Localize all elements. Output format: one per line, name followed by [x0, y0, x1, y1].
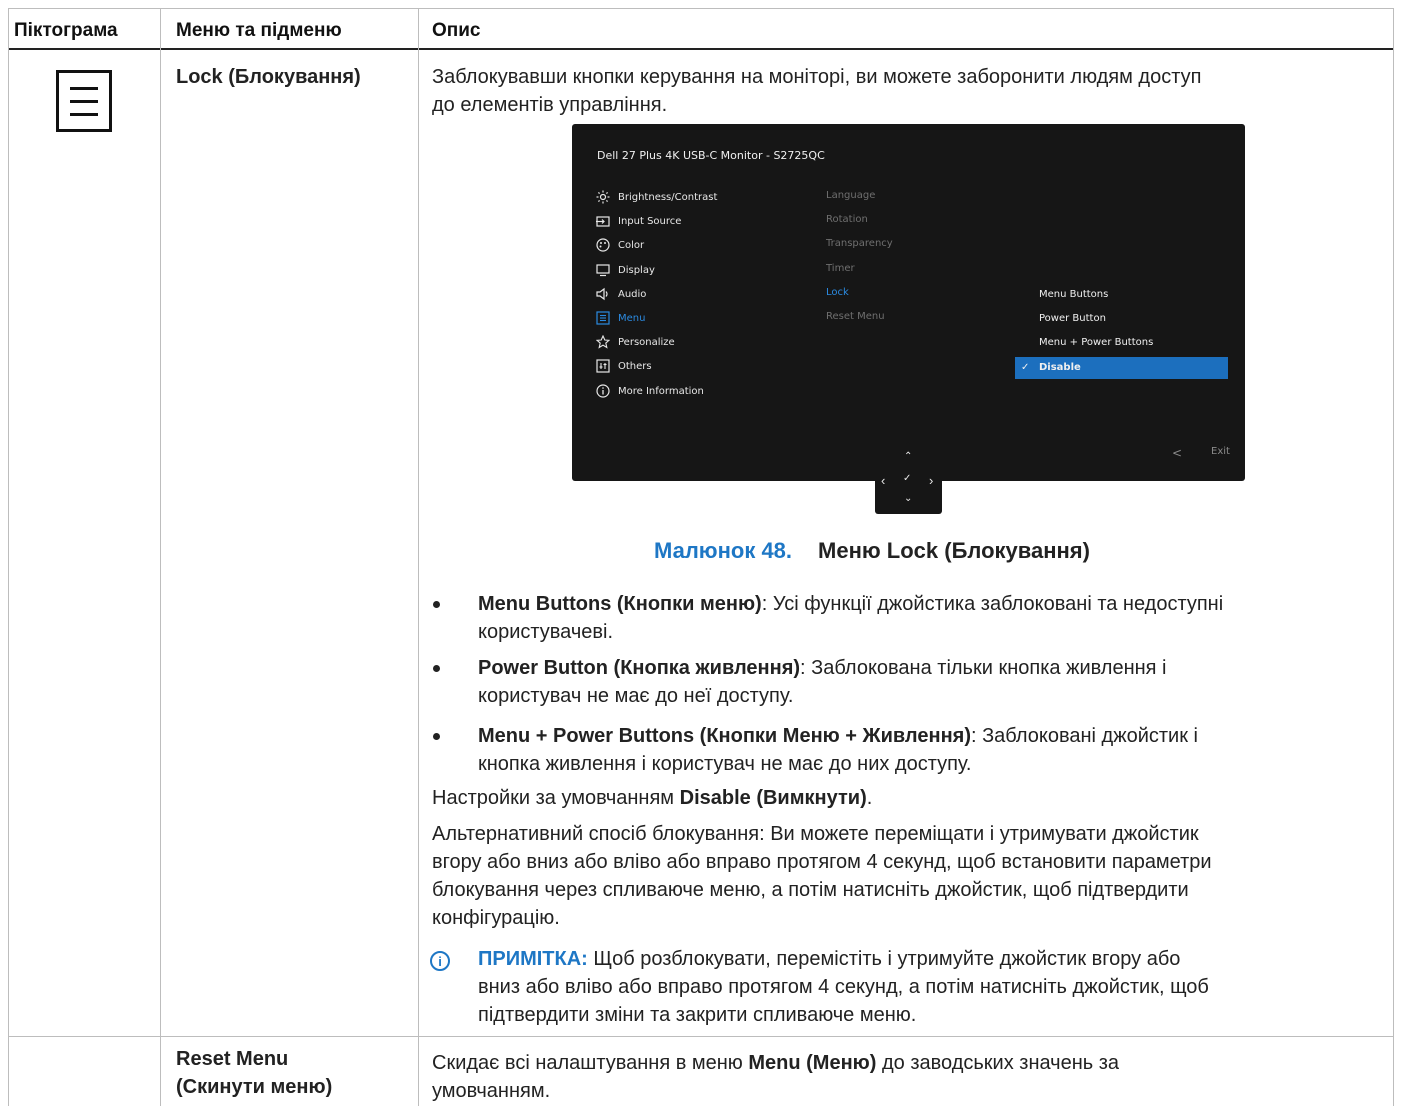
- osd-sub-lock[interactable]: Lock: [826, 287, 849, 298]
- osd-sub-reset-menu[interactable]: Reset Menu: [826, 311, 885, 322]
- osd-option-power-button[interactable]: Power Button: [1015, 308, 1228, 330]
- table-top-border: [8, 8, 1394, 9]
- note-label: ПРИМІТКА:: [478, 948, 588, 970]
- reset-desc-line-2: умовчанням.: [432, 1080, 551, 1102]
- osd-option-menu-buttons[interactable]: Menu Buttons: [1015, 284, 1228, 306]
- note-line-2: вниз або вліво або вправо протягом 4 сек…: [478, 976, 1209, 998]
- osd-title: Dell 27 Plus 4K USB-C Monitor - S2725QC: [597, 149, 825, 162]
- table-header-border: [8, 48, 1394, 50]
- osd-option-label: Power Button: [1039, 313, 1106, 324]
- bullet-term: Menu + Power Buttons (Кнопки Меню + Живл…: [478, 725, 971, 747]
- table-left-border: [8, 8, 9, 1106]
- display-icon: [596, 264, 610, 277]
- bullet-text: : Усі функції джойстика заблоковані та н…: [761, 593, 1224, 615]
- osd-option-disable[interactable]: ✓ Disable: [1015, 357, 1228, 379]
- menu-icon: [56, 70, 112, 132]
- bullet-term: Power Button (Кнопка живлення): [478, 657, 801, 679]
- chevron-right-icon[interactable]: ›: [929, 473, 933, 488]
- osd-menu-label: Audio: [618, 289, 647, 300]
- reset-menu-title-line-1: Reset Menu: [176, 1048, 289, 1070]
- osd-exit-button[interactable]: Exit: [1211, 446, 1230, 457]
- info-icon: i: [430, 951, 450, 971]
- alt-line-4: конфігурацію.: [432, 907, 560, 929]
- menu-icon: [596, 311, 610, 325]
- bullet-menu-buttons-line-2: користувачеві.: [478, 621, 614, 643]
- osd-option-label: Menu + Power Buttons: [1039, 337, 1154, 348]
- osd-sub-language[interactable]: Language: [826, 190, 875, 201]
- osd-option-label: Menu Buttons: [1039, 289, 1109, 300]
- figure-number: Малюнок 48.: [654, 538, 793, 563]
- osd-menu-label: Others: [618, 361, 652, 372]
- column-divider-2: [418, 8, 419, 1106]
- lock-intro-line-1: Заблокувавши кнопки керування на монітор…: [432, 66, 1202, 88]
- default-suffix: .: [866, 787, 873, 809]
- others-icon: [596, 359, 610, 373]
- chevron-left-icon[interactable]: <: [1172, 446, 1182, 460]
- checkmark-icon[interactable]: ✓: [903, 473, 911, 484]
- osd-option-label: Disable: [1039, 362, 1081, 373]
- table-right-border: [1393, 8, 1394, 1106]
- audio-icon: [596, 287, 608, 301]
- osd-menu-label: Brightness/Contrast: [618, 192, 718, 203]
- osd-menu-label: More Information: [618, 386, 704, 397]
- header-menu-column: Меню та підменю: [176, 20, 342, 41]
- input-source-icon: [596, 216, 610, 227]
- bullet-menu-power-line-1: Menu + Power Buttons (Кнопки Меню + Живл…: [478, 722, 1198, 750]
- checkmark-icon: ✓: [1021, 362, 1030, 373]
- header-description-column: Опис: [432, 20, 481, 41]
- note-line-1: ПРИМІТКА: Щоб розблокувати, перемістіть …: [478, 945, 1180, 973]
- bullet-dot: [433, 601, 440, 608]
- row-divider: [8, 1036, 1394, 1037]
- osd-sub-timer[interactable]: Timer: [826, 263, 855, 274]
- alt-line-1: Альтернативний спосіб блокування: Ви мож…: [432, 823, 1199, 845]
- lock-menu-title: Lock (Блокування): [176, 66, 361, 88]
- column-divider-1: [160, 8, 161, 1106]
- bullet-dot: [433, 665, 440, 672]
- personalize-icon: [596, 335, 610, 349]
- color-icon: [596, 238, 610, 252]
- alt-line-3: блокування через спливаюче меню, а потім…: [432, 879, 1189, 901]
- joystick-guide: ⌃ ‹ ✓ › ⌄: [875, 447, 942, 514]
- reset-desc-term: Menu (Меню): [748, 1052, 877, 1074]
- chevron-left-icon[interactable]: ‹: [881, 473, 885, 488]
- reset-desc-suffix: до заводських значень за: [876, 1052, 1120, 1074]
- osd-sub-rotation[interactable]: Rotation: [826, 214, 868, 225]
- header-icon-column: Піктограма: [14, 20, 118, 41]
- lock-intro-line-2: до елементів управління.: [432, 94, 668, 116]
- bullet-menu-power-line-2: кнопка живлення і користувач не має до н…: [478, 753, 972, 775]
- info-icon: [596, 384, 610, 398]
- default-prefix: Настройки за умовчанням: [432, 787, 680, 809]
- reset-desc-line-1: Скидає всі налаштування в меню Menu (Мен…: [432, 1049, 1119, 1077]
- bullet-text: : Заблоковані джойстик і: [970, 725, 1198, 747]
- bullet-term: Menu Buttons (Кнопки меню): [478, 593, 762, 615]
- default-value: Disable (Вимкнути): [679, 787, 867, 809]
- osd-menu-label: Color: [618, 240, 645, 251]
- osd-screenshot: Dell 27 Plus 4K USB-C Monitor - S2725QC …: [572, 124, 1245, 481]
- document-page: Піктограма Меню та підменю Опис Lock (Бл…: [0, 0, 1402, 1106]
- chevron-down-icon[interactable]: ⌄: [904, 493, 912, 504]
- osd-menu-label: Input Source: [618, 216, 682, 227]
- alt-line-2: вгору або вниз або вліво або вправо прот…: [432, 851, 1212, 873]
- figure-title: Меню Lock (Блокування): [818, 538, 1090, 563]
- osd-menu-label: Personalize: [618, 337, 675, 348]
- note-text: Щоб розблокувати, перемістіть і утримуйт…: [587, 948, 1181, 970]
- brightness-icon: [596, 190, 610, 204]
- osd-menu-label: Display: [618, 265, 655, 276]
- figure-caption: Малюнок 48. Меню Lock (Блокування): [654, 538, 1090, 564]
- chevron-up-icon[interactable]: ⌃: [904, 451, 912, 462]
- osd-option-menu-power-buttons[interactable]: Menu + Power Buttons: [1015, 332, 1228, 354]
- bullet-dot: [433, 733, 440, 740]
- note-line-3: підтвердити зміни та закрити спливаюче м…: [478, 1004, 917, 1026]
- reset-desc-prefix: Скидає всі налаштування в меню: [432, 1052, 749, 1074]
- bullet-power-button-line-1: Power Button (Кнопка живлення): Заблоков…: [478, 654, 1167, 682]
- reset-menu-title-line-2: (Скинути меню): [176, 1076, 333, 1098]
- osd-sub-transparency[interactable]: Transparency: [826, 238, 893, 249]
- default-setting: Настройки за умовчанням Disable (Вимкнут…: [432, 784, 872, 812]
- bullet-text: : Заблокована тільки кнопка живлення і: [800, 657, 1167, 679]
- bullet-menu-buttons-line-1: Menu Buttons (Кнопки меню): Усі функції …: [478, 590, 1223, 618]
- bullet-power-button-line-2: користувач не має до неї доступу.: [478, 685, 794, 707]
- osd-menu-label: Menu: [618, 313, 646, 324]
